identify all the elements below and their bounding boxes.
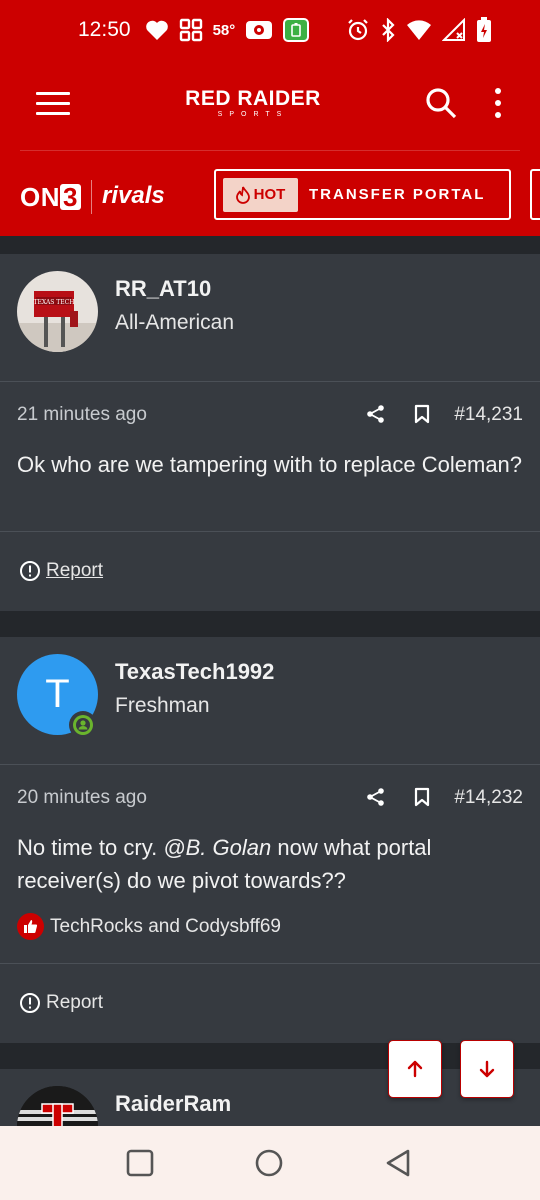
report-button[interactable]: Report bbox=[19, 992, 103, 1014]
reactions-row[interactable]: TechRocks and Codysbff69 bbox=[0, 913, 540, 940]
site-logo[interactable]: RED RAIDER SPORTS bbox=[180, 88, 326, 119]
arrow-down-icon bbox=[479, 1060, 495, 1078]
post-body: Ok who are we tampering with to replace … bbox=[17, 452, 523, 477]
logo-title: RED RAIDER bbox=[185, 87, 321, 110]
flame-icon bbox=[235, 186, 250, 204]
post-number[interactable]: #14,232 bbox=[454, 787, 523, 809]
system-nav-bar bbox=[0, 1126, 540, 1200]
post: RaiderRam bbox=[0, 1069, 540, 1126]
header-divider bbox=[20, 150, 520, 151]
back-icon[interactable] bbox=[383, 1148, 413, 1178]
partner-row: ON 3 rivals HOT TRANSFER PORTAL bbox=[0, 166, 540, 226]
partner-divider bbox=[91, 180, 92, 214]
thumbs-up-icon bbox=[17, 913, 44, 940]
heart-icon bbox=[145, 20, 168, 40]
user-rank: Freshman bbox=[115, 694, 210, 717]
bookmark-icon[interactable] bbox=[413, 404, 431, 424]
post-number[interactable]: #14,231 bbox=[454, 404, 523, 426]
rivals-logo[interactable]: rivals bbox=[102, 182, 165, 210]
app-header: RED RAIDER SPORTS ON 3 rivals HOT TRANSFE… bbox=[0, 60, 540, 236]
transfer-portal-label: TRANSFER PORTAL bbox=[309, 186, 486, 203]
share-icon[interactable] bbox=[366, 404, 386, 424]
avatar[interactable]: TEXAS TECH bbox=[17, 271, 98, 352]
alert-circle-icon bbox=[20, 993, 40, 1013]
radio-icon bbox=[246, 21, 273, 39]
post-author-header: RaiderRam bbox=[0, 1069, 540, 1126]
post-body-text: No time to cry. bbox=[17, 835, 164, 860]
svg-text:TEXAS TECH: TEXAS TECH bbox=[34, 299, 75, 306]
weather-temperature: 58° bbox=[212, 21, 236, 39]
wifi-icon bbox=[407, 20, 431, 40]
post-author-header: T TexasTech1992 Freshman bbox=[0, 637, 540, 765]
status-bar: 12:50 58° bbox=[0, 0, 540, 60]
more-options-icon[interactable] bbox=[492, 88, 504, 122]
post-timestamp[interactable]: 21 minutes ago bbox=[17, 404, 147, 426]
scroll-up-button[interactable] bbox=[388, 1040, 442, 1098]
report-label: Report bbox=[46, 992, 104, 1013]
home-icon[interactable] bbox=[254, 1148, 284, 1178]
recents-icon[interactable] bbox=[125, 1148, 155, 1178]
on3-logo[interactable]: ON 3 bbox=[20, 182, 81, 213]
arrow-up-icon bbox=[407, 1060, 423, 1078]
search-icon[interactable] bbox=[424, 86, 458, 120]
signal-icon bbox=[442, 18, 465, 41]
share-icon[interactable] bbox=[366, 787, 386, 807]
reaction-users: TechRocks and Codysbff69 bbox=[50, 915, 281, 937]
user-mention-link[interactable]: @B. Golan bbox=[163, 835, 271, 860]
widgets-icon bbox=[179, 18, 202, 42]
menu-icon[interactable] bbox=[36, 92, 70, 116]
alert-circle-icon bbox=[20, 561, 40, 581]
thread-feed[interactable]: TEXAS TECH RR_AT10 All-American 21 minut… bbox=[0, 236, 540, 1126]
status-time: 12:50 bbox=[78, 18, 131, 41]
post-body: No time to cry. @B. Golan now what porta… bbox=[0, 831, 540, 897]
report-button[interactable]: Report bbox=[19, 560, 103, 582]
bookmark-icon[interactable] bbox=[413, 787, 431, 807]
alarm-icon bbox=[348, 19, 368, 41]
scroll-down-button[interactable] bbox=[460, 1040, 514, 1098]
user-status-icon bbox=[73, 715, 93, 735]
post-footer: Report bbox=[0, 963, 540, 1043]
post: T TexasTech1992 Freshman 20 minutes ago … bbox=[0, 637, 540, 1043]
post-username[interactable]: RaiderRam bbox=[115, 1091, 231, 1117]
post-footer: Report bbox=[0, 531, 540, 611]
battery-saver-icon bbox=[283, 18, 310, 42]
next-promo-button[interactable] bbox=[530, 169, 540, 220]
post-meta: 20 minutes ago #14,232 bbox=[0, 765, 540, 831]
bluetooth-icon bbox=[382, 18, 395, 42]
hot-label: HOT bbox=[253, 186, 286, 203]
avatar[interactable]: T bbox=[17, 654, 98, 739]
report-label: Report bbox=[46, 560, 104, 581]
battery-charging-icon bbox=[477, 17, 491, 42]
user-rank: All-American bbox=[115, 311, 235, 334]
avatar[interactable] bbox=[17, 1086, 98, 1126]
post-username[interactable]: TexasTech1992 bbox=[115, 659, 274, 685]
post-timestamp[interactable]: 20 minutes ago bbox=[17, 787, 147, 809]
transfer-portal-button[interactable]: HOT TRANSFER PORTAL bbox=[214, 169, 511, 220]
online-status-badge bbox=[69, 711, 97, 739]
post-author-header: TEXAS TECH RR_AT10 All-American bbox=[0, 254, 540, 382]
post: TEXAS TECH RR_AT10 All-American 21 minut… bbox=[0, 254, 540, 611]
post-meta: 21 minutes ago #14,231 bbox=[0, 382, 540, 448]
logo-subtitle: SPORTS bbox=[217, 111, 289, 118]
hot-badge: HOT bbox=[223, 177, 298, 212]
post-username[interactable]: RR_AT10 bbox=[115, 276, 211, 302]
